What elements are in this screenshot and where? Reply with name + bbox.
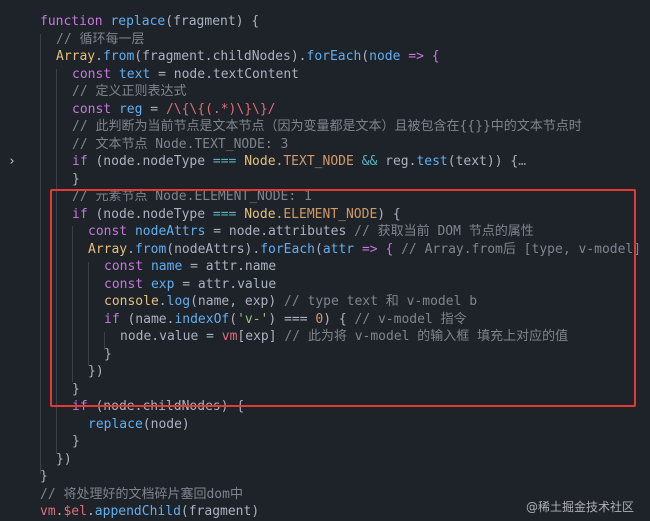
code-line[interactable]: } <box>40 468 48 486</box>
code-token: node <box>369 49 401 64</box>
code-token: }) <box>56 451 72 467</box>
code-token: childNodes <box>212 49 291 64</box>
code-token: Node <box>244 154 276 169</box>
code-line[interactable]: replace(node) <box>88 416 190 434</box>
code-token: reg <box>385 154 409 169</box>
code-token: forEach <box>306 49 362 64</box>
code-token: === <box>205 154 245 169</box>
code-line[interactable]: Array.from(fragment.childNodes).forEach(… <box>56 48 440 66</box>
watermark: @稀土掘金技术社区 <box>525 500 634 514</box>
code-token: => { <box>400 49 440 64</box>
code-token: if <box>72 154 88 169</box>
red-highlight-box <box>50 189 636 407</box>
code-token: (node) <box>142 416 190 432</box>
code-token: ( <box>361 49 370 64</box>
code-line[interactable]: function replace(fragment) { <box>40 13 259 31</box>
code-token: } <box>72 434 80 449</box>
code-token: function <box>40 14 103 29</box>
editor-gutter: › <box>0 0 24 517</box>
code-line[interactable]: } <box>72 171 80 189</box>
code-line[interactable]: const text = node.textContent <box>72 66 299 84</box>
code-token: test <box>416 154 448 169</box>
code-line[interactable]: // 循环每一层 <box>56 31 144 49</box>
code-token: (fragment) { <box>165 14 260 29</box>
code-token: const <box>72 66 112 82</box>
code-token: && <box>353 154 386 169</box>
code-token: // 定义正则表达式 <box>72 84 187 99</box>
code-line[interactable]: // 此判断为当前节点是文本节点（因为变量都是文本）且被包含在{{}}中的文本节… <box>72 118 582 136</box>
code-token: (text)) { <box>447 154 519 169</box>
code-token: const <box>72 101 112 117</box>
code-token: } <box>72 171 80 187</box>
code-line[interactable]: // 定义正则表达式 <box>72 83 186 101</box>
code-token: // 此判断为当前节点是文本节点（因为变量都是文本）且被包含在{{}}中的文本节… <box>72 119 582 134</box>
code-token: Array <box>56 49 96 64</box>
code-token: // 循环每一层 <box>56 31 145 47</box>
code-line[interactable]: // 文本节点 Node.TEXT_NODE: 3 <box>72 136 288 154</box>
indent-guide <box>40 34 41 474</box>
code-token: = node. <box>150 66 213 82</box>
code-line[interactable]: vm.$el.appendChild(fragment) <box>40 503 259 521</box>
code-token: TEXT_NODE <box>283 154 354 169</box>
code-token: reg <box>111 101 143 117</box>
code-line[interactable]: if (node.nodeType === Node.TEXT_NODE && … <box>72 153 526 171</box>
code-token: (fragment. <box>134 49 213 64</box>
code-token: } <box>40 469 48 484</box>
code-token: nodeType <box>142 154 206 169</box>
code-line[interactable]: const reg = /\{\{(.*)\}\}/ <box>72 101 276 119</box>
code-token: replace <box>88 416 143 432</box>
code-token: textContent <box>212 66 299 82</box>
code-token: // 将处理好的文档碎片塞回dom中 <box>40 486 243 502</box>
code-line[interactable]: // 将处理好的文档碎片塞回dom中 <box>40 486 243 504</box>
code-token: // 文本节点 Node.TEXT_NODE: 3 <box>72 136 289 152</box>
code-token: . <box>95 49 103 64</box>
code-token: replace <box>102 14 166 29</box>
code-token: /\{\{(.*)\}\}/ <box>165 101 276 117</box>
code-editor[interactable]: › function replace(fragment) {// 循环每一层 Ar… <box>0 0 650 519</box>
code-token: (node. <box>87 154 143 169</box>
code-token: = <box>142 101 166 117</box>
code-token: text <box>111 66 151 82</box>
code-token: … <box>518 154 527 169</box>
code-token: ). <box>290 49 307 64</box>
code-line[interactable]: }) <box>56 451 72 469</box>
fold-chevron-icon[interactable]: › <box>8 154 16 169</box>
code-token: from <box>102 49 135 64</box>
code-line[interactable]: } <box>72 433 80 451</box>
